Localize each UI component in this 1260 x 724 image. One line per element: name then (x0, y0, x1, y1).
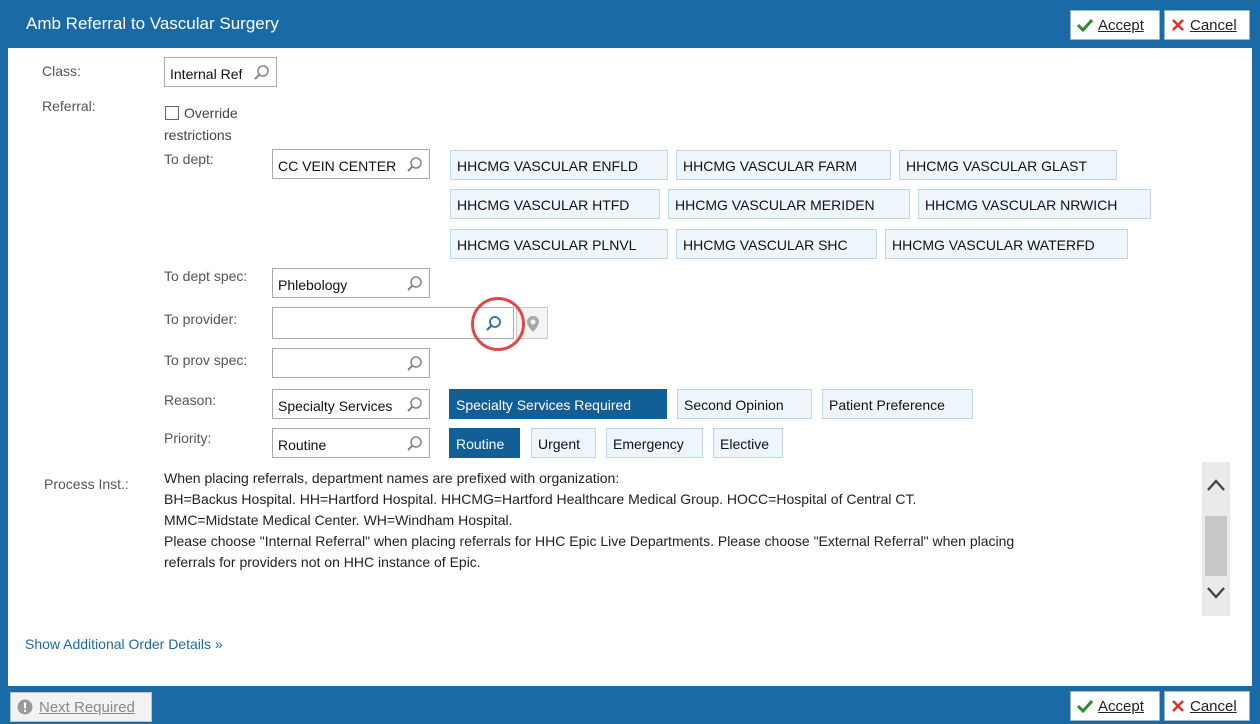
process-line: BH=Backus Hospital. HH=Hartford Hospital… (164, 491, 917, 507)
process-line: referrals for providers not on HHC insta… (164, 554, 481, 570)
check-icon (1077, 699, 1093, 713)
search-icon[interactable] (253, 64, 271, 82)
dept-option-htfd[interactable]: HHCMG VASCULAR HTFD (450, 189, 660, 219)
class-input[interactable]: Internal Ref (164, 57, 277, 87)
priority-option-routine[interactable]: Routine (449, 428, 520, 458)
dept-option-meriden[interactable]: HHCMG VASCULAR MERIDEN (668, 189, 910, 219)
priority-option-elective[interactable]: Elective (713, 428, 783, 458)
to-dept-label: To dept: (164, 151, 214, 167)
info-icon (17, 699, 33, 715)
dept-option-glast[interactable]: HHCMG VASCULAR GLAST (899, 150, 1117, 180)
priority-option-urgent[interactable]: Urgent (531, 428, 596, 458)
cancel-button-top[interactable]: Cancel (1164, 10, 1250, 40)
referral-label: Referral: (42, 98, 96, 114)
close-icon (1172, 19, 1184, 31)
class-value: Internal Ref (170, 66, 243, 82)
search-icon[interactable] (406, 156, 424, 174)
process-line: MMC=Midstate Medical Center. WH=Windham … (164, 512, 513, 528)
override-label: Override (184, 105, 238, 121)
priority-option-emergency[interactable]: Emergency (606, 428, 703, 458)
search-icon[interactable] (406, 396, 424, 414)
to-dept-input[interactable]: CC VEIN CENTER (272, 149, 430, 179)
show-additional-details-link[interactable]: Show Additional Order Details » (25, 636, 223, 652)
dept-option-plnvl[interactable]: HHCMG VASCULAR PLNVL (450, 229, 668, 259)
priority-label: Priority: (164, 430, 212, 446)
reason-option-second-opinion[interactable]: Second Opinion (677, 389, 812, 419)
search-icon[interactable] (406, 275, 424, 293)
provider-search-button[interactable] (474, 307, 514, 339)
to-provider-input[interactable] (272, 307, 475, 339)
process-line: When placing referrals, department names… (164, 470, 620, 486)
to-dept-spec-input[interactable]: Phlebology (272, 268, 430, 298)
close-icon (1172, 700, 1184, 712)
accept-label: Accept (1098, 16, 1144, 34)
next-required-button[interactable]: Next Required (10, 692, 152, 722)
process-inst-label: Process Inst.: (44, 476, 129, 492)
dept-option-farm[interactable]: HHCMG VASCULAR FARM (676, 150, 891, 180)
to-dept-spec-label: To dept spec: (164, 268, 248, 284)
process-scrollbar[interactable] (1202, 462, 1230, 616)
dept-option-waterfd[interactable]: HHCMG VASCULAR WATERFD (885, 229, 1128, 259)
accept-button-top[interactable]: Accept (1070, 10, 1160, 40)
search-icon[interactable] (406, 355, 424, 373)
search-icon (486, 316, 501, 331)
reason-input[interactable]: Specialty Services (272, 389, 430, 419)
reason-label: Reason: (164, 392, 217, 408)
check-icon (1077, 18, 1093, 32)
to-dept-spec-value: Phlebology (278, 277, 348, 293)
reason-value: Specialty Services (278, 398, 393, 414)
override-label-cont: restrictions (164, 127, 232, 143)
cancel-label: Cancel (1190, 16, 1237, 34)
accept-label: Accept (1098, 697, 1144, 715)
dept-option-enfld[interactable]: HHCMG VASCULAR ENFLD (450, 150, 668, 180)
process-instructions: When placing referrals, department names… (164, 468, 1194, 573)
priority-input[interactable]: Routine (272, 428, 430, 458)
map-pin-icon (527, 316, 539, 332)
next-required-label: Next Required (39, 698, 135, 716)
dept-option-shc[interactable]: HHCMG VASCULAR SHC (676, 229, 877, 259)
cancel-button-bottom[interactable]: Cancel (1164, 691, 1250, 721)
chevron-down-icon[interactable] (1206, 586, 1226, 600)
search-icon[interactable] (406, 435, 424, 453)
window-title: Amb Referral to Vascular Surgery (26, 14, 279, 33)
accept-button-bottom[interactable]: Accept (1070, 691, 1160, 721)
class-label: Class: (42, 63, 81, 79)
process-line: Please choose "Internal Referral" when p… (164, 533, 1015, 549)
reason-option-specialty[interactable]: Specialty Services Required (449, 389, 667, 419)
to-dept-value: CC VEIN CENTER (278, 158, 397, 174)
to-prov-spec-label: To prov spec: (164, 352, 248, 368)
to-prov-spec-input[interactable] (272, 348, 430, 378)
cancel-label: Cancel (1190, 697, 1237, 715)
scrollbar-thumb[interactable] (1205, 516, 1227, 576)
reason-option-patient-preference[interactable]: Patient Preference (822, 389, 973, 419)
to-provider-label: To provider: (164, 311, 238, 327)
dept-option-nrwich[interactable]: HHCMG VASCULAR NRWICH (918, 189, 1151, 219)
override-checkbox[interactable] (165, 106, 179, 120)
provider-location-button[interactable] (516, 307, 548, 339)
priority-value: Routine (278, 437, 327, 453)
chevron-up-icon[interactable] (1206, 478, 1226, 492)
